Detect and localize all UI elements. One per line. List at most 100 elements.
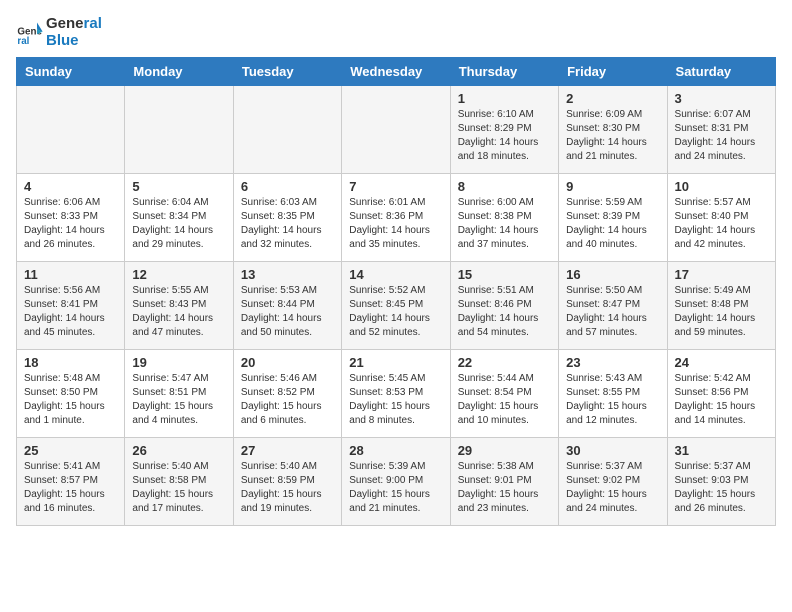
calendar-cell: 24 Sunrise: 5:42 AM Sunset: 8:56 PM Dayli…	[667, 350, 775, 438]
calendar-cell: 30 Sunrise: 5:37 AM Sunset: 9:02 PM Dayli…	[559, 438, 667, 526]
day-number: 15	[458, 267, 551, 282]
day-info: Sunrise: 5:37 AM Sunset: 9:02 PM Dayligh…	[566, 460, 659, 516]
day-number: 16	[566, 267, 659, 282]
day-number: 30	[566, 443, 659, 458]
calendar-cell	[17, 86, 125, 174]
day-number: 9	[566, 179, 659, 194]
day-number: 4	[24, 179, 117, 194]
calendar-cell: 11 Sunrise: 5:56 AM Sunset: 8:41 PM Dayli…	[17, 262, 125, 350]
day-number: 1	[458, 91, 551, 106]
day-number: 8	[458, 179, 551, 194]
day-info: Sunrise: 6:07 AM Sunset: 8:31 PM Dayligh…	[675, 108, 768, 164]
col-header-monday: Monday	[125, 58, 233, 86]
col-header-thursday: Thursday	[450, 58, 558, 86]
calendar-cell	[125, 86, 233, 174]
page-header: Gene ral General Blue	[16, 16, 776, 49]
day-number: 27	[241, 443, 334, 458]
day-info: Sunrise: 6:04 AM Sunset: 8:34 PM Dayligh…	[132, 196, 225, 252]
calendar-cell: 1Sunrise: 6:10 AM Sunset: 8:29 PM Daylig…	[450, 86, 558, 174]
day-info: Sunrise: 5:48 AM Sunset: 8:50 PM Dayligh…	[24, 372, 117, 428]
day-info: Sunrise: 5:56 AM Sunset: 8:41 PM Dayligh…	[24, 284, 117, 340]
calendar-cell: 12 Sunrise: 5:55 AM Sunset: 8:43 PM Dayli…	[125, 262, 233, 350]
calendar-cell	[342, 86, 450, 174]
calendar-cell: 16 Sunrise: 5:50 AM Sunset: 8:47 PM Dayli…	[559, 262, 667, 350]
day-info: Sunrise: 5:50 AM Sunset: 8:47 PM Dayligh…	[566, 284, 659, 340]
day-number: 14	[349, 267, 442, 282]
calendar-cell: 25 Sunrise: 5:41 AM Sunset: 8:57 PM Dayli…	[17, 438, 125, 526]
day-info: Sunrise: 6:00 AM Sunset: 8:38 PM Dayligh…	[458, 196, 551, 252]
logo-icon: Gene ral	[16, 19, 44, 47]
calendar-cell: 17 Sunrise: 5:49 AM Sunset: 8:48 PM Dayli…	[667, 262, 775, 350]
day-info: Sunrise: 5:41 AM Sunset: 8:57 PM Dayligh…	[24, 460, 117, 516]
day-info: Sunrise: 5:51 AM Sunset: 8:46 PM Dayligh…	[458, 284, 551, 340]
calendar-cell: 14 Sunrise: 5:52 AM Sunset: 8:45 PM Dayli…	[342, 262, 450, 350]
day-number: 25	[24, 443, 117, 458]
col-header-wednesday: Wednesday	[342, 58, 450, 86]
calendar-cell: 29 Sunrise: 5:38 AM Sunset: 9:01 PM Dayli…	[450, 438, 558, 526]
calendar-cell: 19Sunrise: 5:47 AM Sunset: 8:51 PM Dayli…	[125, 350, 233, 438]
calendar-cell: 28Sunrise: 5:39 AM Sunset: 9:00 PM Dayli…	[342, 438, 450, 526]
day-number: 24	[675, 355, 768, 370]
calendar-cell: 21 Sunrise: 5:45 AM Sunset: 8:53 PM Dayli…	[342, 350, 450, 438]
day-info: Sunrise: 5:46 AM Sunset: 8:52 PM Dayligh…	[241, 372, 334, 428]
calendar-cell: 27 Sunrise: 5:40 AM Sunset: 8:59 PM Dayli…	[233, 438, 341, 526]
day-info: Sunrise: 5:49 AM Sunset: 8:48 PM Dayligh…	[675, 284, 768, 340]
calendar-cell: 31Sunrise: 5:37 AM Sunset: 9:03 PM Dayli…	[667, 438, 775, 526]
col-header-saturday: Saturday	[667, 58, 775, 86]
day-number: 21	[349, 355, 442, 370]
day-number: 29	[458, 443, 551, 458]
day-info: Sunrise: 5:42 AM Sunset: 8:56 PM Dayligh…	[675, 372, 768, 428]
day-number: 13	[241, 267, 334, 282]
day-number: 22	[458, 355, 551, 370]
day-info: Sunrise: 5:44 AM Sunset: 8:54 PM Dayligh…	[458, 372, 551, 428]
calendar-cell: 10 Sunrise: 5:57 AM Sunset: 8:40 PM Dayli…	[667, 174, 775, 262]
day-number: 7	[349, 179, 442, 194]
day-info: Sunrise: 6:03 AM Sunset: 8:35 PM Dayligh…	[241, 196, 334, 252]
calendar-cell: 8 Sunrise: 6:00 AM Sunset: 8:38 PM Daylig…	[450, 174, 558, 262]
logo: Gene ral General Blue	[16, 16, 102, 49]
day-number: 23	[566, 355, 659, 370]
day-number: 6	[241, 179, 334, 194]
calendar-cell: 4 Sunrise: 6:06 AM Sunset: 8:33 PM Daylig…	[17, 174, 125, 262]
day-info: Sunrise: 5:43 AM Sunset: 8:55 PM Dayligh…	[566, 372, 659, 428]
day-number: 18	[24, 355, 117, 370]
calendar-cell: 7 Sunrise: 6:01 AM Sunset: 8:36 PM Daylig…	[342, 174, 450, 262]
day-info: Sunrise: 5:55 AM Sunset: 8:43 PM Dayligh…	[132, 284, 225, 340]
day-info: Sunrise: 5:39 AM Sunset: 9:00 PM Dayligh…	[349, 460, 442, 516]
calendar-cell: 5 Sunrise: 6:04 AM Sunset: 8:34 PM Daylig…	[125, 174, 233, 262]
day-number: 10	[675, 179, 768, 194]
col-header-sunday: Sunday	[17, 58, 125, 86]
day-info: Sunrise: 5:53 AM Sunset: 8:44 PM Dayligh…	[241, 284, 334, 340]
day-info: Sunrise: 5:57 AM Sunset: 8:40 PM Dayligh…	[675, 196, 768, 252]
day-info: Sunrise: 6:06 AM Sunset: 8:33 PM Dayligh…	[24, 196, 117, 252]
day-number: 11	[24, 267, 117, 282]
calendar-cell: 26 Sunrise: 5:40 AM Sunset: 8:58 PM Dayli…	[125, 438, 233, 526]
calendar-cell: 9 Sunrise: 5:59 AM Sunset: 8:39 PM Daylig…	[559, 174, 667, 262]
calendar-cell: 6 Sunrise: 6:03 AM Sunset: 8:35 PM Daylig…	[233, 174, 341, 262]
day-info: Sunrise: 5:38 AM Sunset: 9:01 PM Dayligh…	[458, 460, 551, 516]
calendar-cell: 13 Sunrise: 5:53 AM Sunset: 8:44 PM Dayli…	[233, 262, 341, 350]
day-number: 26	[132, 443, 225, 458]
day-info: Sunrise: 5:45 AM Sunset: 8:53 PM Dayligh…	[349, 372, 442, 428]
day-info: Sunrise: 5:40 AM Sunset: 8:58 PM Dayligh…	[132, 460, 225, 516]
day-number: 5	[132, 179, 225, 194]
col-header-friday: Friday	[559, 58, 667, 86]
day-number: 17	[675, 267, 768, 282]
col-header-tuesday: Tuesday	[233, 58, 341, 86]
day-number: 31	[675, 443, 768, 458]
day-number: 12	[132, 267, 225, 282]
day-info: Sunrise: 5:59 AM Sunset: 8:39 PM Dayligh…	[566, 196, 659, 252]
calendar-cell: 23 Sunrise: 5:43 AM Sunset: 8:55 PM Dayli…	[559, 350, 667, 438]
svg-text:ral: ral	[17, 36, 29, 47]
day-info: Sunrise: 5:40 AM Sunset: 8:59 PM Dayligh…	[241, 460, 334, 516]
calendar-cell	[233, 86, 341, 174]
day-number: 20	[241, 355, 334, 370]
day-number: 3	[675, 91, 768, 106]
day-info: Sunrise: 6:01 AM Sunset: 8:36 PM Dayligh…	[349, 196, 442, 252]
calendar-cell: 2Sunrise: 6:09 AM Sunset: 8:30 PM Daylig…	[559, 86, 667, 174]
day-info: Sunrise: 6:09 AM Sunset: 8:30 PM Dayligh…	[566, 108, 659, 164]
day-info: Sunrise: 5:52 AM Sunset: 8:45 PM Dayligh…	[349, 284, 442, 340]
calendar-cell: 15 Sunrise: 5:51 AM Sunset: 8:46 PM Dayli…	[450, 262, 558, 350]
calendar-table: SundayMondayTuesdayWednesdayThursdayFrid…	[16, 57, 776, 526]
calendar-cell: 22 Sunrise: 5:44 AM Sunset: 8:54 PM Dayli…	[450, 350, 558, 438]
